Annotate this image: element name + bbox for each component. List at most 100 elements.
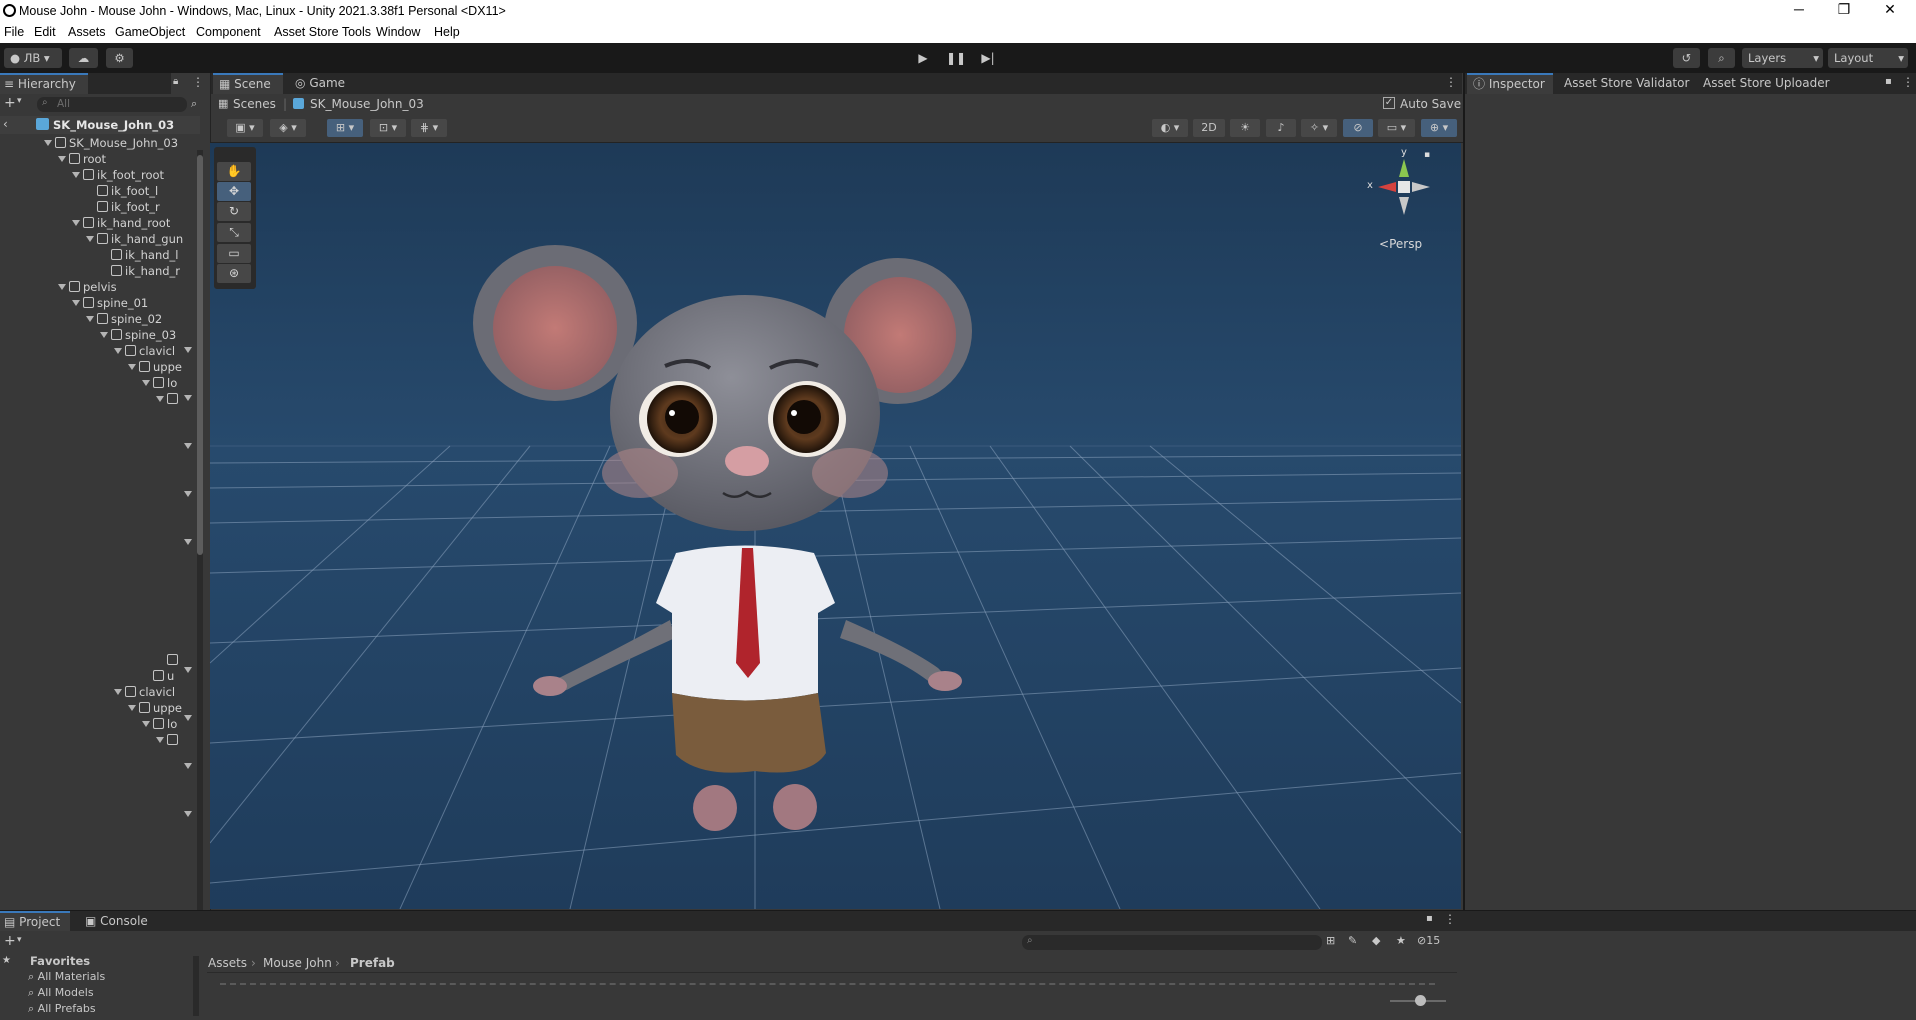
expand-arrow-icon[interactable] [100, 332, 108, 338]
search-input[interactable]: ⌕ All [37, 97, 187, 112]
expand-arrow-icon[interactable] [142, 721, 150, 727]
hierarchy-item[interactable]: root [58, 151, 106, 167]
hierarchy-item[interactable]: ik_hand_root [72, 215, 170, 231]
hierarchy-item[interactable]: clavicl [114, 684, 175, 700]
hierarchy-item[interactable]: ik_hand_r [100, 263, 180, 279]
favorites-label[interactable]: Favorites [30, 954, 90, 968]
menu-asset-store-tools[interactable]: Asset Store Tools [274, 25, 371, 39]
transform-tool-button[interactable]: ⊛ [217, 264, 251, 283]
hierarchy-item[interactable] [156, 391, 181, 407]
tab-hierarchy[interactable]: ≡ Hierarchy [0, 73, 88, 94]
hierarchy-item[interactable]: spine_03 [100, 327, 176, 343]
expand-arrow-icon[interactable] [128, 705, 136, 711]
expand-arrow-icon[interactable] [184, 443, 192, 449]
tab-asset-store-uploader[interactable]: Asset Store Uploader [1703, 73, 1830, 94]
tab-asset-store-validator[interactable]: Asset Store Validator [1564, 73, 1689, 94]
hidden-packages-button[interactable]: ⊘15 [1417, 934, 1440, 947]
hierarchy-item[interactable]: ik_foot_r [86, 199, 160, 215]
menu-file[interactable]: File [4, 25, 24, 39]
hierarchy-item[interactable]: spine_01 [72, 295, 148, 311]
hierarchy-item[interactable]: uppe [128, 700, 182, 716]
kebab-menu-icon[interactable]: ⋮ [1902, 75, 1914, 89]
favorite-item[interactable]: ⌕ All Prefabs [28, 1002, 96, 1014]
hierarchy-item[interactable]: uppe [128, 359, 182, 375]
expand-arrow-icon[interactable] [184, 491, 192, 497]
expand-arrow-icon[interactable] [44, 140, 52, 146]
lighting-toggle[interactable]: ☀ [1230, 119, 1260, 137]
expand-arrow-icon[interactable] [156, 737, 164, 743]
expand-arrow-icon[interactable] [184, 395, 192, 401]
expand-arrow-icon[interactable] [184, 347, 192, 353]
lock-icon[interactable]: 🔒︎ [173, 76, 178, 87]
grid-visibility-dropdown[interactable]: ⋕ ▾ [411, 119, 447, 137]
path-mouse-john[interactable]: Mouse John [263, 956, 332, 970]
projection-toggle[interactable]: <Persp [1379, 237, 1422, 251]
menu-component[interactable]: Component [196, 25, 261, 39]
add-icon[interactable]: + [4, 95, 16, 111]
path-prefab[interactable]: Prefab [350, 956, 395, 970]
expand-arrow-icon[interactable] [156, 396, 164, 402]
expand-arrow-icon[interactable] [58, 284, 66, 290]
scene-root-row[interactable]: ‹ SK_Mouse_John_03 [0, 116, 200, 134]
expand-arrow-icon[interactable] [86, 236, 94, 242]
orientation-gizmo[interactable]: y x ▪ [1367, 147, 1437, 231]
expand-arrow-icon[interactable] [86, 316, 94, 322]
undo-history-button[interactable]: ↺ [1673, 48, 1700, 68]
kebab-menu-icon[interactable]: ⋮ [1444, 912, 1456, 926]
project-search-input[interactable]: ⌕ [1022, 935, 1322, 950]
hierarchy-item[interactable] [156, 732, 181, 748]
2d-toggle[interactable]: 2D [1193, 119, 1225, 137]
expand-arrow-icon[interactable] [184, 715, 192, 721]
tab-inspector[interactable]: ⓘ Inspector [1467, 73, 1553, 94]
tab-console[interactable]: ▣ Console [85, 911, 148, 931]
shading-dropdown[interactable]: ◈ ▾ [270, 119, 306, 137]
collab-button[interactable]: ⚙ [106, 48, 133, 68]
zoom-slider-thumb[interactable] [1415, 995, 1426, 1006]
grid-snap-button[interactable]: ⊞ ▾ [327, 119, 363, 137]
kebab-menu-icon[interactable]: ⋮ [192, 75, 204, 89]
layers-dropdown[interactable]: Layers ▾ [1742, 48, 1823, 68]
scale-tool-button[interactable]: ⤡ [217, 223, 251, 242]
hierarchy-item[interactable]: SK_Mouse_John_03 [44, 135, 178, 151]
add-icon[interactable]: + [4, 933, 16, 949]
hierarchy-item[interactable]: ik_foot_l [86, 183, 158, 199]
hierarchy-item[interactable]: spine_02 [86, 311, 162, 327]
kebab-menu-icon[interactable]: ⋮ [1445, 75, 1457, 89]
tab-scene[interactable]: ▦ Scene [213, 73, 283, 94]
hand-tool-button[interactable]: ✋ [217, 162, 251, 181]
expand-arrow-icon[interactable] [142, 380, 150, 386]
hierarchy-item[interactable]: pelvis [58, 279, 117, 295]
breadcrumb-prefab[interactable]: SK_Mouse_John_03 [310, 97, 424, 111]
snap-increment-dropdown[interactable]: ⊡ ▾ [370, 119, 406, 137]
hierarchy-item[interactable]: clavicl [114, 343, 175, 359]
scene-viewport[interactable]: y x ▪ <Persp [210, 143, 1461, 909]
expand-arrow-icon[interactable] [184, 811, 192, 817]
layout-dropdown[interactable]: Layout ▾ [1828, 48, 1908, 68]
star-icon[interactable]: ★ [1396, 934, 1406, 947]
breadcrumb-scenes[interactable]: Scenes [233, 97, 276, 111]
camera-dropdown[interactable]: ▭ ▾ [1378, 119, 1415, 137]
expand-arrow-icon[interactable] [184, 539, 192, 545]
expand-arrow-icon[interactable] [58, 156, 66, 162]
rect-tool-button[interactable]: ▭ [217, 244, 251, 263]
expand-arrow-icon[interactable] [114, 689, 122, 695]
hierarchy-item[interactable]: u [142, 668, 174, 684]
favorites-scrollbar[interactable] [193, 956, 199, 1016]
menu-assets[interactable]: Assets [68, 25, 106, 39]
hierarchy-item[interactable]: ik_foot_root [72, 167, 164, 183]
scrollbar-thumb[interactable] [197, 155, 203, 555]
hierarchy-item[interactable]: ik_hand_gun [86, 231, 183, 247]
menu-help[interactable]: Help [434, 25, 460, 39]
lock-icon[interactable]: ▪ [1885, 76, 1892, 87]
favorite-item[interactable]: ⌕ All Models [28, 986, 94, 1000]
hierarchy-item[interactable]: lo [142, 716, 177, 732]
audio-toggle[interactable]: ♪ [1266, 119, 1296, 137]
play-button[interactable]: ▶ [911, 49, 935, 67]
expand-arrow-icon[interactable] [184, 667, 192, 673]
move-tool-button[interactable]: ✥ [217, 182, 251, 201]
menu-gameobject[interactable]: GameObject [115, 25, 185, 39]
tag-icon[interactable]: ◆ [1372, 934, 1380, 947]
lock-icon[interactable]: ▪ [1426, 913, 1433, 924]
hierarchy-item[interactable]: lo [142, 375, 177, 391]
lock-icon[interactable]: ▪ [1424, 150, 1430, 160]
